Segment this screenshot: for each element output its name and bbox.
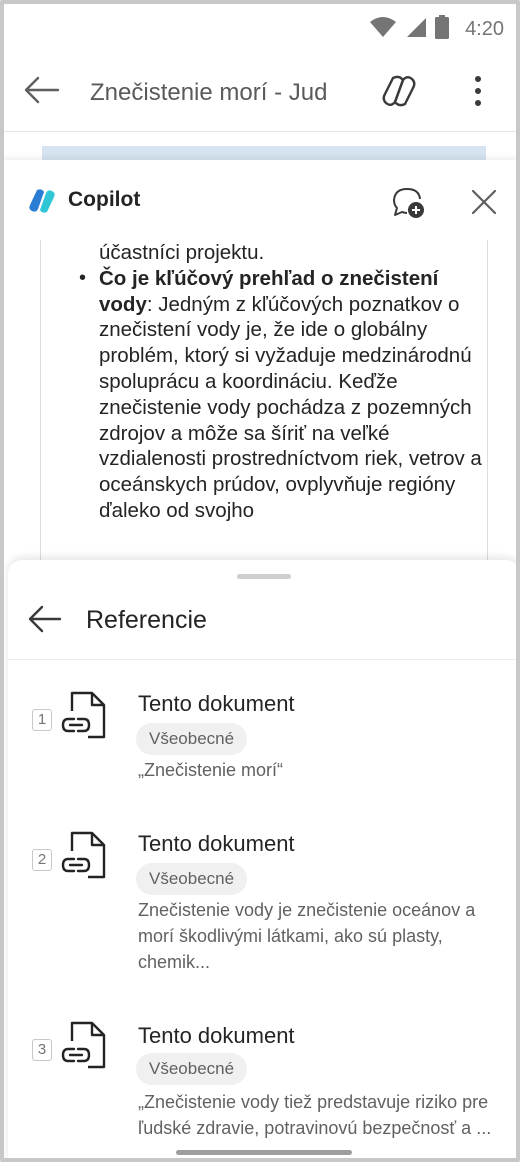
more-options-button[interactable]	[458, 70, 498, 116]
app-frame: 4:20 Znečistenie morí - Jud Copilot účas…	[0, 0, 520, 1162]
references-sheet: Referencie 1 Tento dokument Všeobecné „Z…	[8, 560, 516, 1158]
wifi-icon	[369, 16, 397, 43]
copilot-logo-icon	[28, 188, 56, 214]
copilot-button[interactable]	[376, 70, 422, 116]
linked-document-icon	[60, 689, 108, 741]
more-vertical-icon	[474, 75, 482, 112]
response-bullet: • Čo je kľúčový prehľad o znečistení vod…	[79, 266, 483, 524]
copilot-response: účastníci projektu. • Čo je kľúčový preh…	[40, 240, 488, 570]
sensitivity-badge: Všeobecné	[136, 723, 248, 755]
reference-number: 3	[32, 1039, 52, 1061]
new-chat-button[interactable]	[390, 184, 426, 220]
document-title: Znečistenie morí - Jud	[90, 78, 328, 106]
back-button[interactable]	[4, 54, 80, 132]
back-arrow-icon	[24, 76, 60, 109]
references-header: Referencie	[8, 592, 516, 660]
copilot-header: Copilot	[4, 160, 516, 240]
response-line-cut: účastníci projektu.	[99, 241, 265, 264]
reference-description: „Znečistenie vody tiež predstavuje rizik…	[138, 1092, 492, 1138]
back-button[interactable]	[28, 604, 68, 644]
copilot-title: Copilot	[68, 188, 141, 211]
sheet-grabber[interactable]	[237, 574, 291, 579]
linked-document-icon	[60, 1019, 108, 1071]
close-icon[interactable]	[466, 184, 502, 220]
app-bar: Znečistenie morí - Jud	[4, 54, 516, 132]
cell-signal-icon	[405, 16, 427, 43]
reference-number: 1	[32, 709, 52, 731]
bullet-body: : Jedným z kľúčových poznatkov o znečist…	[99, 292, 482, 522]
reference-name: Tento dokument	[138, 691, 295, 716]
reference-description: Znečistenie vody je znečistenie oceánov …	[138, 900, 476, 972]
sensitivity-badge: Všeobecné	[136, 863, 248, 895]
reference-name: Tento dokument	[138, 831, 295, 856]
reference-name: Tento dokument	[138, 1023, 295, 1048]
battery-icon	[435, 14, 450, 44]
linked-document-icon	[60, 829, 108, 881]
references-title: Referencie	[86, 606, 207, 634]
reference-description: „Znečistenie morí“	[138, 760, 284, 780]
copilot-icon	[381, 74, 417, 113]
sensitivity-badge: Všeobecné	[136, 1053, 248, 1085]
status-time: 4:20	[465, 17, 504, 40]
status-bar: 4:20	[4, 4, 516, 54]
copilot-panel: Copilot účastníci projektu. • Čo je kľúč…	[4, 160, 516, 570]
reference-number: 2	[32, 849, 52, 871]
bullet-dot: •	[79, 266, 87, 289]
home-indicator	[176, 1150, 352, 1155]
response-text: účastníci projektu. • Čo je kľúčový preh…	[79, 240, 483, 524]
